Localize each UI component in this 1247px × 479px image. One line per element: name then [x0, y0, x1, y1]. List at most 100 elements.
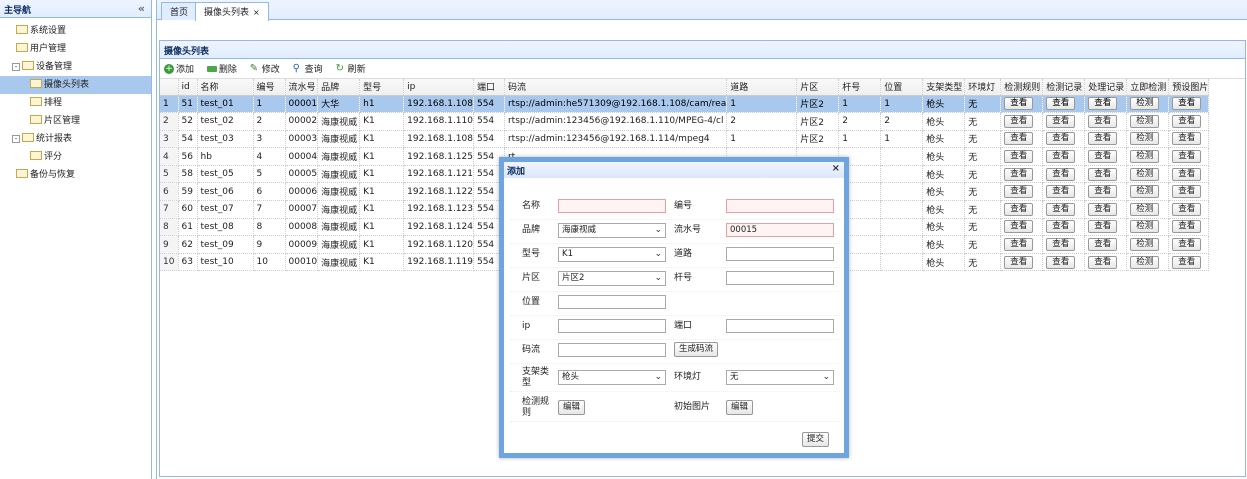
- table-row[interactable]: 1 51 test_01 1 00001 大华 h1 192.168.1.108 554 rtsp…: [160, 95, 1210, 114]
- view-rule-button[interactable]: 查看: [1004, 238, 1034, 252]
- column-header[interactable]: 端口: [473, 79, 505, 96]
- edit-image-button[interactable]: 编辑: [726, 400, 754, 415]
- detect-button[interactable]: 检测: [1130, 202, 1160, 216]
- stream-field[interactable]: [558, 343, 666, 357]
- column-header[interactable]: 位置: [880, 79, 924, 96]
- edit-rule-button[interactable]: 编辑: [558, 400, 586, 415]
- submit-button[interactable]: 提交: [802, 432, 830, 447]
- column-header[interactable]: 片区: [796, 79, 840, 96]
- view-handling-button[interactable]: 查看: [1088, 202, 1118, 216]
- view-preset-image-button[interactable]: 查看: [1172, 167, 1202, 181]
- view-rule-button[interactable]: 查看: [1004, 132, 1034, 146]
- column-header[interactable]: 道路: [726, 79, 798, 96]
- view-handling-button[interactable]: 查看: [1088, 220, 1118, 234]
- area-select[interactable]: 片区2 ⌄: [558, 271, 666, 286]
- column-header[interactable]: 码流: [504, 79, 728, 96]
- add-button[interactable]: + 添加: [164, 62, 194, 75]
- tab-home[interactable]: 首页: [161, 2, 198, 20]
- column-header[interactable]: 支架类型: [922, 79, 966, 96]
- refresh-button[interactable]: ↻ 刷新: [336, 62, 366, 75]
- column-header[interactable]: 立即检测: [1126, 79, 1170, 96]
- sidebar-item-camera-list[interactable]: 摄像头列表: [0, 76, 151, 94]
- sidebar-item-system-settings[interactable]: 系统设置: [0, 22, 151, 40]
- tab-camera-list[interactable]: 摄像头列表 ×: [195, 2, 269, 21]
- column-header[interactable]: 处理记录: [1084, 79, 1128, 96]
- column-header[interactable]: 型号: [359, 79, 405, 96]
- detect-button[interactable]: 检测: [1130, 167, 1160, 181]
- view-record-button[interactable]: 查看: [1046, 97, 1076, 111]
- view-record-button[interactable]: 查看: [1046, 255, 1076, 269]
- view-record-button[interactable]: 查看: [1046, 132, 1076, 146]
- view-rule-button[interactable]: 查看: [1004, 185, 1034, 199]
- detect-button[interactable]: 检测: [1130, 114, 1160, 128]
- sidebar-item-backup-restore[interactable]: 备份与恢复: [0, 166, 151, 184]
- pole-field[interactable]: [726, 271, 834, 285]
- view-preset-image-button[interactable]: 查看: [1172, 114, 1202, 128]
- view-record-button[interactable]: 查看: [1046, 202, 1076, 216]
- view-record-button[interactable]: 查看: [1046, 220, 1076, 234]
- view-preset-image-button[interactable]: 查看: [1172, 97, 1202, 111]
- detect-button[interactable]: 检测: [1130, 97, 1160, 111]
- light-select[interactable]: 无 ⌄: [726, 370, 834, 385]
- detect-button[interactable]: 检测: [1130, 220, 1160, 234]
- mount-type-select[interactable]: 枪头 ⌄: [558, 370, 666, 385]
- number-field[interactable]: [726, 199, 834, 213]
- delete-button[interactable]: 删除: [206, 62, 237, 75]
- view-rule-button[interactable]: 查看: [1004, 255, 1034, 269]
- column-header[interactable]: 品牌: [317, 79, 361, 96]
- sidebar-item-area-management[interactable]: 片区管理: [0, 112, 151, 130]
- view-preset-image-button[interactable]: 查看: [1172, 185, 1202, 199]
- view-handling-button[interactable]: 查看: [1088, 150, 1118, 164]
- model-select[interactable]: K1 ⌄: [558, 247, 666, 262]
- name-field[interactable]: [558, 199, 666, 213]
- detect-button[interactable]: 检测: [1130, 255, 1160, 269]
- view-rule-button[interactable]: 查看: [1004, 114, 1034, 128]
- port-field[interactable]: [726, 319, 834, 333]
- column-header[interactable]: 流水号: [285, 79, 319, 96]
- column-header[interactable]: id: [178, 79, 198, 96]
- view-handling-button[interactable]: 查看: [1088, 97, 1118, 111]
- close-icon[interactable]: ×: [832, 163, 840, 174]
- view-handling-button[interactable]: 查看: [1088, 238, 1118, 252]
- view-record-button[interactable]: 查看: [1046, 238, 1076, 252]
- view-preset-image-button[interactable]: 查看: [1172, 255, 1202, 269]
- column-header[interactable]: 预设图片: [1168, 79, 1210, 96]
- column-header[interactable]: 检测规则: [1000, 79, 1044, 96]
- view-preset-image-button[interactable]: 查看: [1172, 238, 1202, 252]
- detect-button[interactable]: 检测: [1130, 238, 1160, 252]
- view-record-button[interactable]: 查看: [1046, 150, 1076, 164]
- view-rule-button[interactable]: 查看: [1004, 97, 1034, 111]
- road-field[interactable]: [726, 247, 834, 261]
- view-preset-image-button[interactable]: 查看: [1172, 132, 1202, 146]
- edit-button[interactable]: ✎ 修改: [250, 62, 280, 75]
- sidebar-item-device-management[interactable]: - 设备管理: [0, 58, 151, 76]
- column-header[interactable]: 编号: [253, 79, 286, 96]
- detect-button[interactable]: 检测: [1130, 185, 1160, 199]
- column-header[interactable]: 杆号: [838, 79, 882, 96]
- column-header[interactable]: ip: [403, 79, 474, 96]
- generate-stream-button[interactable]: 生成码流: [674, 342, 719, 357]
- sidebar-item-scoring[interactable]: 评分: [0, 148, 151, 166]
- ip-field[interactable]: [558, 319, 666, 333]
- view-record-button[interactable]: 查看: [1046, 185, 1076, 199]
- column-header[interactable]: 检测记录: [1042, 79, 1086, 96]
- column-header[interactable]: 名称: [197, 79, 254, 96]
- view-rule-button[interactable]: 查看: [1004, 202, 1034, 216]
- view-rule-button[interactable]: 查看: [1004, 220, 1034, 234]
- view-record-button[interactable]: 查看: [1046, 114, 1076, 128]
- sidebar-item-statistics[interactable]: - 统计报表: [0, 130, 151, 148]
- view-record-button[interactable]: 查看: [1046, 167, 1076, 181]
- view-rule-button[interactable]: 查看: [1004, 150, 1034, 164]
- table-row[interactable]: 3 54 test_03 3 00003 海康视威 K1 192.168.1.108 554 rt…: [160, 130, 1210, 149]
- collapse-toggle-icon[interactable]: -: [12, 135, 20, 143]
- serial-field[interactable]: 00015: [726, 223, 834, 237]
- view-handling-button[interactable]: 查看: [1088, 255, 1118, 269]
- column-header[interactable]: 环境灯: [964, 79, 1002, 96]
- position-field[interactable]: [558, 295, 666, 309]
- detect-button[interactable]: 检测: [1130, 132, 1160, 146]
- close-icon[interactable]: ×: [253, 8, 260, 17]
- detect-button[interactable]: 检测: [1130, 150, 1160, 164]
- table-row[interactable]: 2 52 test_02 2 00002 海康视威 K1 192.168.1.110 554 rt…: [160, 112, 1210, 131]
- view-preset-image-button[interactable]: 查看: [1172, 220, 1202, 234]
- sidebar-item-schedule[interactable]: 排程: [0, 94, 151, 112]
